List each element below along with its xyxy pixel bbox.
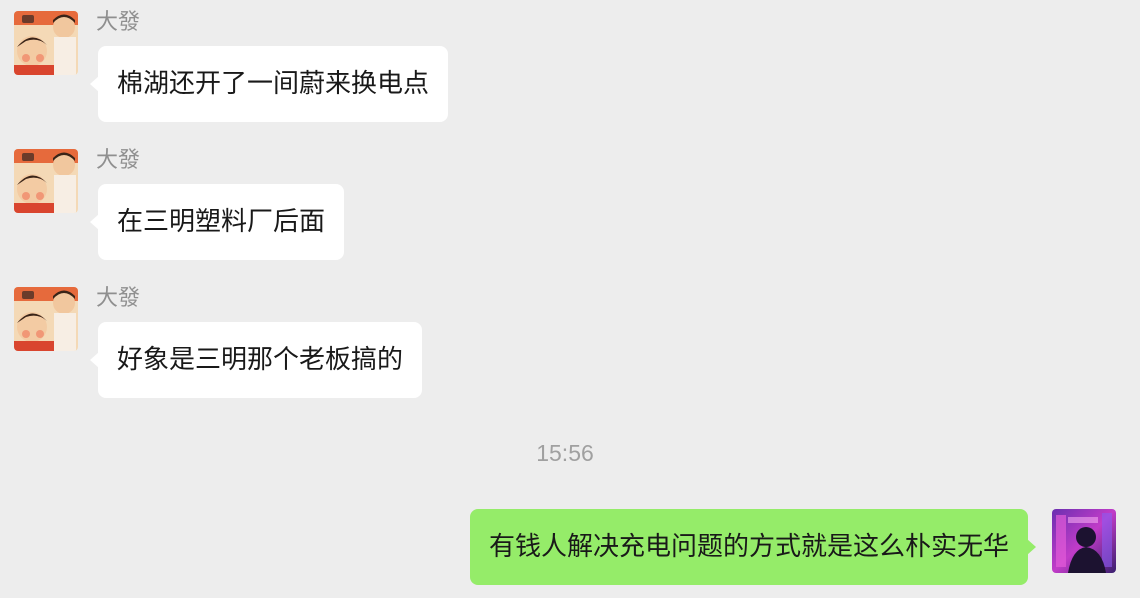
timestamp-divider: 15:56 bbox=[536, 440, 594, 466]
message-bubble[interactable]: 有钱人解决充电问题的方式就是这么朴实无华 bbox=[469, 509, 1037, 585]
message-bubble[interactable]: 好象是三明那个老板搞的 bbox=[89, 322, 423, 398]
contact-avatar[interactable] bbox=[14, 149, 78, 213]
chat-view: 大發 棉湖还开了一间蔚来换电点 大發 在三明塑料厂后面 大發 好象是三明那个老板… bbox=[0, 0, 1140, 598]
sender-name: 大發 bbox=[96, 286, 141, 311]
message-bubble[interactable]: 棉湖还开了一间蔚来换电点 bbox=[89, 46, 449, 122]
contact-avatar[interactable] bbox=[14, 287, 78, 351]
contact-avatar[interactable] bbox=[14, 11, 78, 75]
sender-name: 大發 bbox=[96, 148, 141, 173]
message-bubble[interactable]: 在三明塑料厂后面 bbox=[89, 184, 345, 260]
my-avatar[interactable] bbox=[1052, 509, 1116, 573]
sender-name: 大發 bbox=[96, 10, 141, 35]
